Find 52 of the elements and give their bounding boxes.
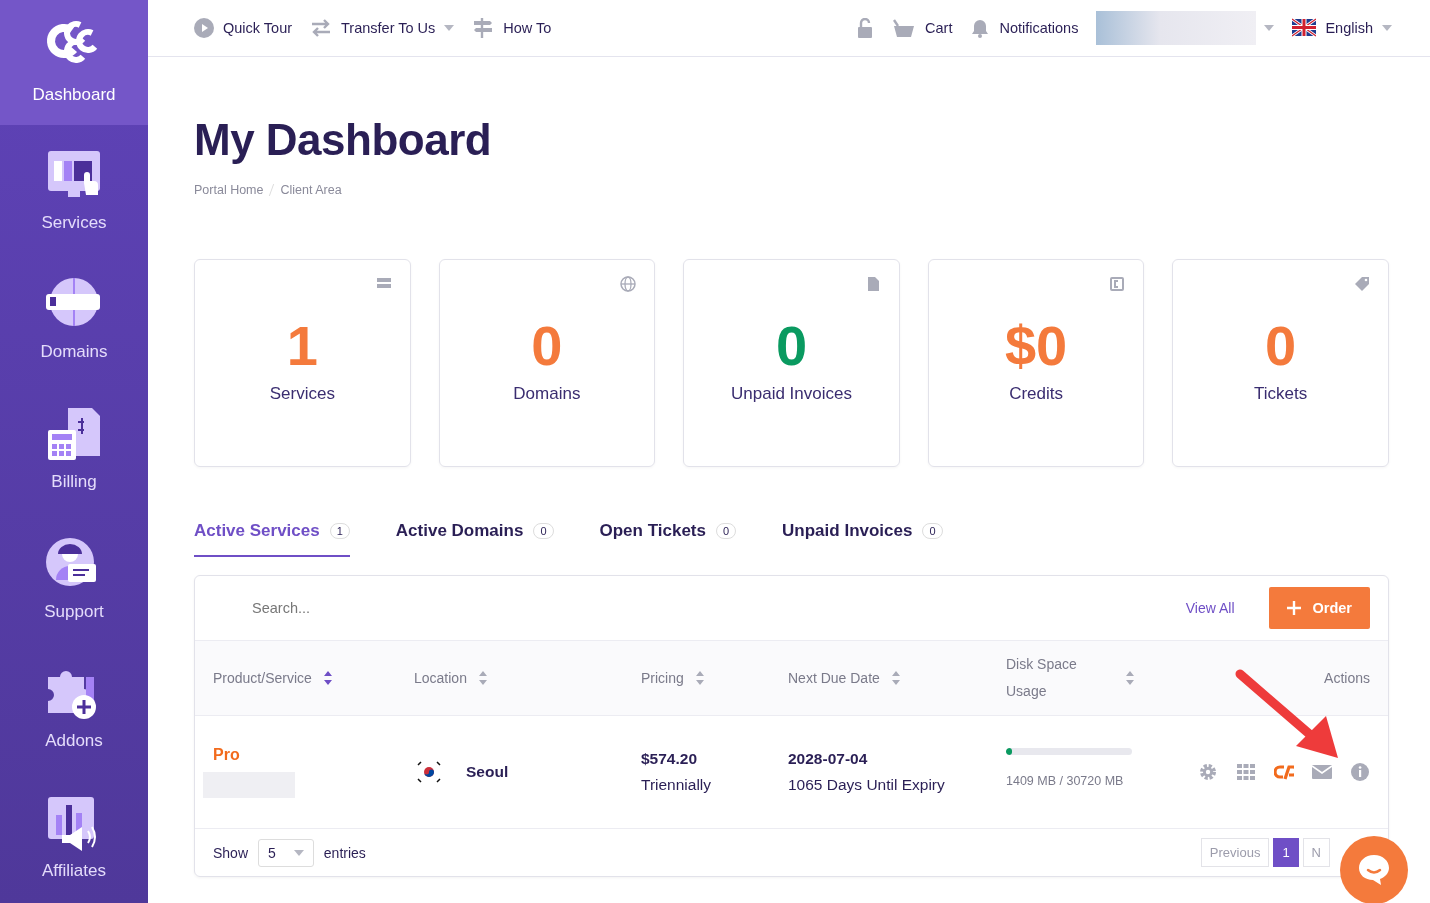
column-header[interactable]: Pricing (641, 670, 684, 686)
nav-link[interactable]: How To (472, 18, 552, 38)
stat-value: $0 (1004, 313, 1068, 379)
column-header[interactable]: Location (414, 670, 467, 686)
nav-link[interactable]: Cart (892, 18, 953, 38)
nav-link[interactable]: English (1292, 18, 1392, 38)
stat-label: Credits (1009, 384, 1063, 404)
stat-card[interactable]: 0 Unpaid Invoices (683, 259, 900, 467)
sidebar-item[interactable]: Domains (0, 254, 148, 385)
nav-link[interactable]: Transfer To Us (310, 18, 455, 38)
nav-link[interactable]: Notifications (970, 18, 1079, 38)
stat-value: 0 (531, 313, 563, 379)
breadcrumb-link[interactable]: Client Area (280, 183, 342, 197)
sidebar-item[interactable]: Services (0, 124, 148, 255)
stat-card[interactable]: $0 Credits (927, 259, 1145, 467)
column-header[interactable]: Product/Service (213, 670, 312, 686)
page-button[interactable]: 1 (1273, 838, 1299, 867)
stat-card[interactable]: 0 Domains (438, 259, 656, 467)
billing-cycle: Triennially (641, 776, 712, 794)
column-header[interactable]: Disk Space Usage (1006, 651, 1096, 705)
sidebar-item[interactable]: Affiliates (0, 773, 148, 903)
breadcrumb-link[interactable]: Portal Home (194, 183, 264, 197)
disk-usage-text: 1409 MB / 30720 MB (1006, 773, 1124, 790)
tab[interactable]: Open Tickets 0 (599, 517, 737, 557)
stat-card[interactable]: 1 Services (194, 259, 411, 467)
sidebar-item[interactable]: Support (0, 513, 148, 644)
stat-label: Unpaid Invoices (731, 384, 852, 404)
stat-label: Tickets (1254, 384, 1308, 404)
due-date: 2028-07-04 (788, 750, 868, 768)
stat-label: Domains (513, 384, 581, 404)
expiry-text: 1065 Days Until Expiry (788, 776, 945, 794)
page-title: My Dashboard (194, 115, 493, 165)
view-all-link[interactable]: View All (1185, 600, 1235, 616)
price: $574.20 (641, 750, 698, 768)
location-name: Seoul (466, 763, 509, 781)
tab[interactable]: Active Domains 0 (395, 517, 554, 557)
stat-card[interactable]: 0 Tickets (1172, 259, 1389, 467)
stat-value: 1 (286, 313, 318, 379)
column-header[interactable]: Next Due Date (788, 670, 880, 686)
entries-label: entries (323, 844, 366, 861)
sidebar-item[interactable]: Dashboard (0, 0, 148, 125)
column-header[interactable]: Actions (1324, 670, 1370, 686)
sidebar-item[interactable]: Addons (0, 643, 148, 774)
show-label: Show (213, 844, 249, 861)
stat-value: 0 (775, 313, 808, 379)
nav-link[interactable]: Quick Tour (194, 18, 293, 38)
entries-select[interactable]: 5 (258, 838, 314, 867)
tab[interactable]: Unpaid Invoices 0 (782, 517, 943, 557)
stat-value: 0 (1265, 313, 1297, 379)
stat-label: Services (269, 384, 335, 404)
sidebar-item[interactable]: Billing (0, 384, 148, 514)
tab[interactable]: Active Services 1 (194, 517, 350, 557)
